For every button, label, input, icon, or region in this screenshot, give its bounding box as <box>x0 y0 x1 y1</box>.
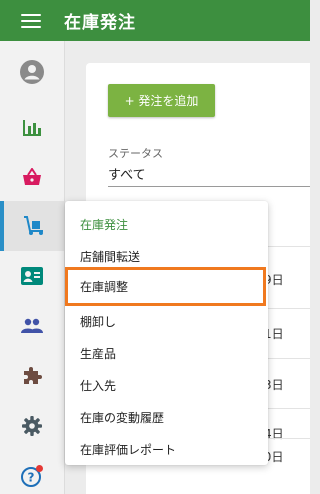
sidebar-item-sales[interactable] <box>0 152 64 202</box>
status-filter-label: ステータス <box>108 147 163 160</box>
menu-item-suppliers[interactable]: 仕入先 <box>65 369 268 401</box>
inventory-submenu: 在庫発注 店舗間転送 在庫調整 棚卸し 生産品 仕入先 在庫の変動履歴 在庫評価… <box>65 201 268 465</box>
people-icon <box>21 318 43 333</box>
sidebar: ? <box>0 41 65 494</box>
puzzle-icon <box>24 367 42 384</box>
top-app-bar: 在庫発注 <box>0 0 310 41</box>
menu-item-inventory-valuation[interactable]: 在庫評価レポート <box>65 433 268 465</box>
sidebar-item-staff[interactable] <box>0 301 64 351</box>
gear-icon <box>22 416 42 436</box>
menu-item-inventory-counts[interactable]: 棚卸し <box>65 305 268 337</box>
basket-icon <box>23 168 41 185</box>
add-purchase-order-button[interactable]: + 発注を追加 <box>108 84 215 117</box>
help-icon: ? <box>21 465 43 487</box>
page-title: 在庫発注 <box>64 13 136 33</box>
contact-card-icon <box>21 267 43 285</box>
svg-text:?: ? <box>28 471 35 485</box>
sidebar-item-settings[interactable] <box>0 401 64 451</box>
menu-item-inventory-history[interactable]: 在庫の変動履歴 <box>65 401 268 433</box>
menu-item-productions[interactable]: 生産品 <box>65 337 268 369</box>
sidebar-item-help[interactable]: ? <box>0 451 64 494</box>
bar-chart-icon <box>23 120 41 136</box>
menu-item-stock-adjustment[interactable]: 在庫調整 <box>65 267 266 306</box>
status-filter-underline <box>108 186 310 187</box>
status-filter-select[interactable]: すべて <box>108 164 146 183</box>
sidebar-item-reports[interactable] <box>0 103 64 153</box>
sidebar-item-customers[interactable] <box>0 251 64 301</box>
sidebar-item-profile[interactable] <box>0 47 64 97</box>
sidebar-item-addons[interactable] <box>0 351 64 401</box>
hand-truck-icon <box>24 216 43 235</box>
sidebar-item-inventory[interactable] <box>0 201 64 251</box>
menu-item-purchase-orders[interactable]: 在庫発注 <box>65 208 268 240</box>
account-circle-icon <box>20 60 44 84</box>
hamburger-menu-icon[interactable] <box>21 13 41 28</box>
